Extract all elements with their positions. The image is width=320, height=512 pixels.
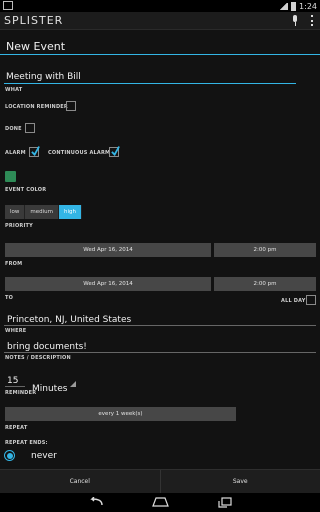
notes-caption: NOTES / DESCRIPTION <box>5 355 71 361</box>
continuous-alarm-checkbox[interactable] <box>109 146 120 157</box>
repeat-button[interactable]: every 1 week(s) <box>5 407 236 421</box>
all-day-checkbox[interactable] <box>306 295 316 305</box>
reminder-caption: REMINDER <box>5 390 37 396</box>
event-color-label: EVENT COLOR <box>5 187 47 193</box>
wifi-icon <box>279 2 289 10</box>
repeat-never-radio[interactable] <box>4 450 15 461</box>
battery-icon <box>291 1 297 11</box>
overflow-menu-icon[interactable] <box>311 15 313 26</box>
notification-icon <box>3 1 13 10</box>
priority-medium-button[interactable]: medium <box>25 205 60 219</box>
done-label: DONE <box>5 126 22 132</box>
notes-underline <box>4 352 316 353</box>
home-icon[interactable] <box>152 497 169 507</box>
from-time-button[interactable]: 2:00 pm <box>214 243 316 257</box>
checkmark-icon <box>31 146 40 157</box>
microphone-icon[interactable] <box>292 15 298 27</box>
page-title: New Event <box>6 40 66 53</box>
save-button[interactable]: Save <box>161 470 320 493</box>
navigation-bar <box>0 493 320 512</box>
where-caption: WHERE <box>5 328 27 334</box>
to-time-button[interactable]: 2:00 pm <box>214 277 316 291</box>
to-date-button[interactable]: Wed Apr 16, 2014 <box>5 277 211 291</box>
status-bar: 1:24 <box>0 0 320 12</box>
to-caption: TO <box>5 295 14 301</box>
reminder-unit-value: Minutes <box>32 384 68 394</box>
priority-label: PRIORITY <box>5 223 33 229</box>
recent-apps-icon[interactable] <box>218 497 232 508</box>
bottom-action-bar: Cancel Save <box>0 469 320 493</box>
done-checkbox[interactable] <box>25 123 35 133</box>
repeat-caption: REPEAT <box>5 425 28 431</box>
continuous-alarm-label: CONTINUOUS ALARM <box>48 150 111 156</box>
title-divider <box>0 54 320 55</box>
alarm-label: ALARM <box>5 150 26 156</box>
what-input[interactable]: Meeting with Bill <box>6 72 81 82</box>
priority-selector: low medium high <box>5 205 83 219</box>
priority-low-button[interactable]: low <box>5 205 26 219</box>
status-time: 1:24 <box>299 1 317 11</box>
action-bar: SPLISTER <box>0 12 320 30</box>
what-underline <box>4 83 296 84</box>
reminder-unit-spinner[interactable]: Minutes <box>32 376 76 394</box>
reminder-amount-underline <box>5 386 25 387</box>
all-day-label: ALL DAY <box>281 298 306 304</box>
repeat-ends-label: REPEAT ENDS: <box>5 440 48 446</box>
alarm-checkbox[interactable] <box>29 146 40 157</box>
location-reminder-checkbox[interactable] <box>66 101 76 111</box>
from-date-button[interactable]: Wed Apr 16, 2014 <box>5 243 211 257</box>
back-icon[interactable] <box>88 497 104 507</box>
cancel-button[interactable]: Cancel <box>0 470 160 493</box>
priority-high-button[interactable]: high <box>59 205 83 219</box>
app-title: SPLISTER <box>4 14 64 27</box>
location-reminder-label: LOCATION REMINDER <box>5 104 68 110</box>
where-underline <box>4 325 316 326</box>
notes-input[interactable]: bring documents! <box>7 342 87 352</box>
event-color-swatch[interactable] <box>5 171 16 182</box>
spinner-arrow-icon <box>70 381 76 387</box>
checkmark-icon <box>111 146 120 157</box>
repeat-never-label: never <box>31 451 57 461</box>
reminder-amount-input[interactable]: 15 <box>7 376 18 386</box>
from-caption: FROM <box>5 261 23 267</box>
what-caption: WHAT <box>5 87 23 93</box>
where-input[interactable]: Princeton, NJ, United States <box>7 315 131 325</box>
